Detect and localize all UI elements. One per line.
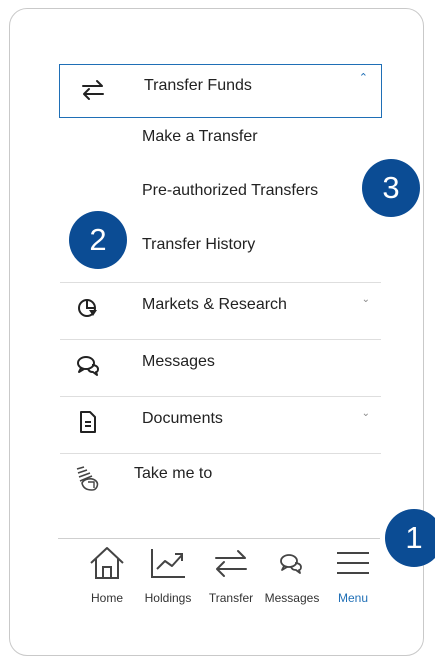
chat-bubbles-icon — [77, 356, 99, 376]
tab-messages[interactable]: Messages — [262, 545, 322, 605]
chevron-down-icon[interactable]: ⌄ — [362, 294, 370, 305]
step-badge: 2 — [69, 211, 127, 269]
menu-item-label: Documents — [142, 410, 223, 427]
tab-holdings[interactable]: Holdings — [138, 545, 198, 605]
take-me-to-icon — [76, 466, 99, 491]
chevron-down-icon[interactable]: ⌄ — [362, 408, 370, 419]
home-icon — [90, 547, 124, 579]
submenu-pre-authorized-transfers[interactable]: Pre-authorized Transfers — [142, 182, 318, 200]
document-icon — [80, 411, 96, 433]
pie-chart-icon — [78, 299, 97, 317]
step-badge: 1 — [385, 509, 435, 567]
tab-transfer[interactable]: Transfer — [201, 545, 261, 605]
menu-item-label: Markets & Research — [142, 296, 287, 313]
menu-item-documents[interactable]: Documents ⌄ — [60, 396, 381, 453]
menu-item-messages[interactable]: Messages — [60, 339, 381, 396]
tab-home[interactable]: Home — [77, 545, 137, 605]
bottom-nav-divider — [58, 538, 380, 539]
submenu-transfer-history[interactable]: Transfer History — [142, 236, 255, 254]
menu-item-transfer-funds[interactable]: Transfer Funds ⌃ — [59, 64, 382, 118]
submenu-make-a-transfer[interactable]: Make a Transfer — [142, 128, 258, 146]
tab-label: Transfer — [208, 591, 254, 605]
menu-item-markets-research[interactable]: Markets & Research ⌄ — [60, 282, 381, 339]
transfer-arrows-icon — [82, 80, 104, 100]
tab-label: Holdings — [144, 591, 192, 605]
chart-line-icon — [151, 549, 185, 578]
tab-label: Home — [90, 591, 123, 605]
tab-label: Menu — [337, 591, 369, 605]
transfer-arrows-icon — [215, 550, 247, 577]
menu-item-label: Messages — [142, 353, 215, 370]
menu-item-label: Transfer Funds — [144, 77, 252, 94]
hamburger-icon — [337, 552, 369, 574]
menu-item-label: Take me to — [134, 465, 213, 482]
chat-bubbles-icon — [280, 554, 302, 574]
tab-label: Messages — [264, 591, 320, 605]
step-badge: 3 — [362, 159, 420, 217]
tab-menu[interactable]: Menu — [323, 545, 383, 605]
chevron-up-icon[interactable]: ⌃ — [359, 71, 368, 84]
menu-item-take-me-to[interactable]: Take me to — [60, 453, 381, 510]
